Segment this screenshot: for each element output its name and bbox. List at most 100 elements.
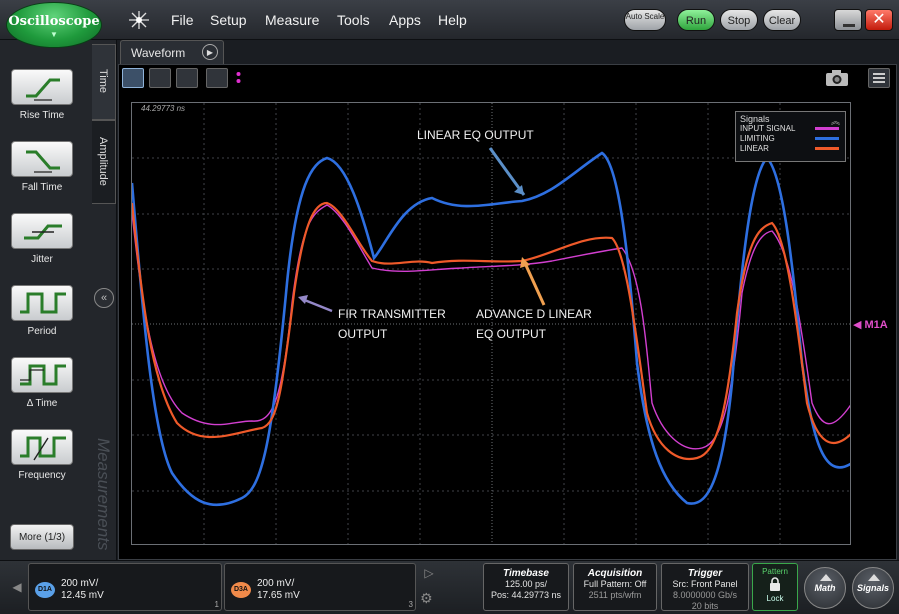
oscilloscope-logo-button[interactable]: Oscilloscope ▼ (6, 2, 102, 48)
collapse-panel-button[interactable]: « (94, 288, 114, 308)
lock-icon (770, 577, 780, 591)
channel-d3a-box[interactable]: D3A 200 mV/ 17.65 mV 3 (224, 563, 416, 611)
annotation-advanced-line2: EQ OUTPUT (476, 327, 547, 341)
layout-quad-button[interactable] (149, 68, 171, 88)
legend-item-linear: LINEAR (740, 144, 841, 154)
more-measurements-button[interactable]: More (1/3) (10, 524, 74, 550)
measurements-watermark: Measurements (94, 438, 113, 551)
channel-d1a-offset: 12.45 mV (61, 590, 104, 601)
sparkle-icon[interactable] (126, 9, 152, 31)
close-button[interactable]: ✕ (865, 9, 893, 31)
legend-label: LIMITING (740, 134, 775, 143)
math-label: Math (814, 583, 836, 593)
signals-label: Signals (856, 583, 889, 593)
acquisition-points: 2511 pts/wfm (588, 590, 642, 600)
menu-apps[interactable]: Apps (389, 12, 421, 28)
channel-d1a-scale: 200 mV/ (61, 578, 99, 589)
legend-swatch (815, 137, 839, 140)
run-button[interactable]: Run (677, 9, 715, 31)
timebase-box[interactable]: Timebase 125.00 ps/ Pos: 44.29773 ns (483, 563, 569, 611)
layout-single-button[interactable] (122, 68, 144, 88)
channel-d1a-box[interactable]: D1A 200 mV/ 12.45 mV 1 (28, 563, 222, 611)
jitter-label: Jitter (31, 254, 53, 265)
channel-corner: 1 (214, 600, 219, 609)
period-measure[interactable]: Period (11, 285, 73, 337)
layout-stacked-button[interactable] (176, 68, 198, 88)
menu-help[interactable]: Help (438, 12, 467, 28)
fall-time-icon (11, 141, 73, 177)
more-dots-icon[interactable] (236, 70, 241, 86)
signals-button[interactable]: Signals (852, 567, 894, 609)
trigger-title: Trigger (687, 568, 723, 579)
menu-setup[interactable]: Setup (210, 12, 247, 28)
m1a-marker[interactable]: ◀ M1A (853, 318, 888, 331)
camera-icon[interactable] (825, 69, 849, 87)
tab-waveform-label: Waveform (131, 46, 186, 60)
scroll-right-icon[interactable]: ▷ (420, 562, 438, 584)
jitter-measure[interactable]: Jitter (11, 213, 73, 265)
tab-time-label: Time (97, 69, 109, 94)
tab-amplitude-label: Amplitude (97, 137, 109, 186)
channel-corner: 3 (408, 600, 413, 609)
channel-badge: D1A (35, 582, 55, 598)
math-button[interactable]: Math (804, 567, 846, 609)
gear-icon[interactable]: ⚙ (420, 590, 433, 607)
frequency-label: Frequency (18, 470, 66, 481)
legend-label: LINEAR (740, 144, 769, 153)
menu-measure[interactable]: Measure (265, 12, 319, 28)
tab-waveform[interactable]: Waveform ▶ (120, 40, 224, 64)
channel-badge: D3A (231, 582, 251, 598)
annotation-advanced-line1: ADVANCE D LINEAR (476, 307, 592, 321)
acquisition-mode: Full Pattern: Off (583, 579, 647, 589)
pattern-label: Pattern (762, 567, 788, 576)
menu-tools[interactable]: Tools (337, 12, 370, 28)
trigger-rate: 8.0000000 Gb/s (672, 590, 738, 600)
arrow-advanced (522, 260, 546, 306)
menu-icon[interactable] (868, 68, 890, 88)
stop-button[interactable]: Stop (720, 9, 758, 31)
rise-time-measure[interactable]: Rise Time (11, 69, 73, 121)
annotation-linear-eq: LINEAR EQ OUTPUT (417, 128, 534, 142)
timebase-scale: 125.00 ps/ (504, 579, 548, 589)
chevron-up-icon (820, 574, 832, 581)
arrow-fir-head (298, 295, 308, 304)
center-axes (132, 103, 850, 544)
legend-swatch (815, 147, 839, 150)
channel-d3a-offset: 17.65 mV (257, 590, 300, 601)
tab-time[interactable]: Time (92, 44, 116, 120)
logo-text: Oscilloscope (8, 14, 100, 29)
delta-time-label: Δ Time (26, 398, 58, 409)
clear-button[interactable]: Clear (763, 9, 801, 31)
channel-d3a-scale: 200 mV/ (257, 578, 295, 589)
rise-time-icon (11, 69, 73, 105)
delta-time-measure[interactable]: Δ Time (11, 357, 73, 409)
signals-legend[interactable]: Signals ︽ INPUT SIGNAL LIMITING LINEAR (735, 111, 846, 162)
menu-file[interactable]: File (171, 12, 194, 28)
scroll-left-icon[interactable]: ◀ (8, 566, 26, 608)
minimize-button[interactable] (834, 9, 862, 31)
annotation-fir-line2: OUTPUT (338, 327, 388, 341)
legend-swatch (815, 127, 839, 130)
timebase-title: Timebase (503, 568, 549, 579)
pattern-lock-box[interactable]: Pattern Lock (752, 563, 798, 611)
chevron-down-icon: ▼ (50, 30, 58, 39)
frequency-measure[interactable]: Frequency (11, 429, 73, 481)
play-icon[interactable]: ▶ (202, 44, 218, 60)
auto-scale-button[interactable]: Auto Scale (624, 9, 666, 31)
legend-label: INPUT SIGNAL (740, 124, 796, 133)
trigger-source: Src: Front Panel (672, 579, 738, 589)
tab-amplitude[interactable]: Amplitude (92, 120, 116, 204)
frequency-icon (11, 429, 73, 465)
waveform-plot (132, 103, 850, 544)
delta-time-icon (11, 357, 73, 393)
layout-split-button[interactable] (206, 68, 228, 88)
menu-bar: Oscilloscope ▼ File Setup Measure Tools … (0, 0, 899, 48)
time-readout: 44.29773 ns (141, 104, 186, 113)
trigger-box[interactable]: Trigger Src: Front Panel 8.0000000 Gb/s … (661, 563, 749, 611)
jitter-icon (11, 213, 73, 249)
fall-time-measure[interactable]: Fall Time (11, 141, 73, 193)
acquisition-box[interactable]: Acquisition Full Pattern: Off 2511 pts/w… (573, 563, 657, 611)
period-label: Period (27, 326, 57, 337)
chevron-up-icon (868, 574, 880, 581)
scope-graticule[interactable] (131, 102, 851, 545)
